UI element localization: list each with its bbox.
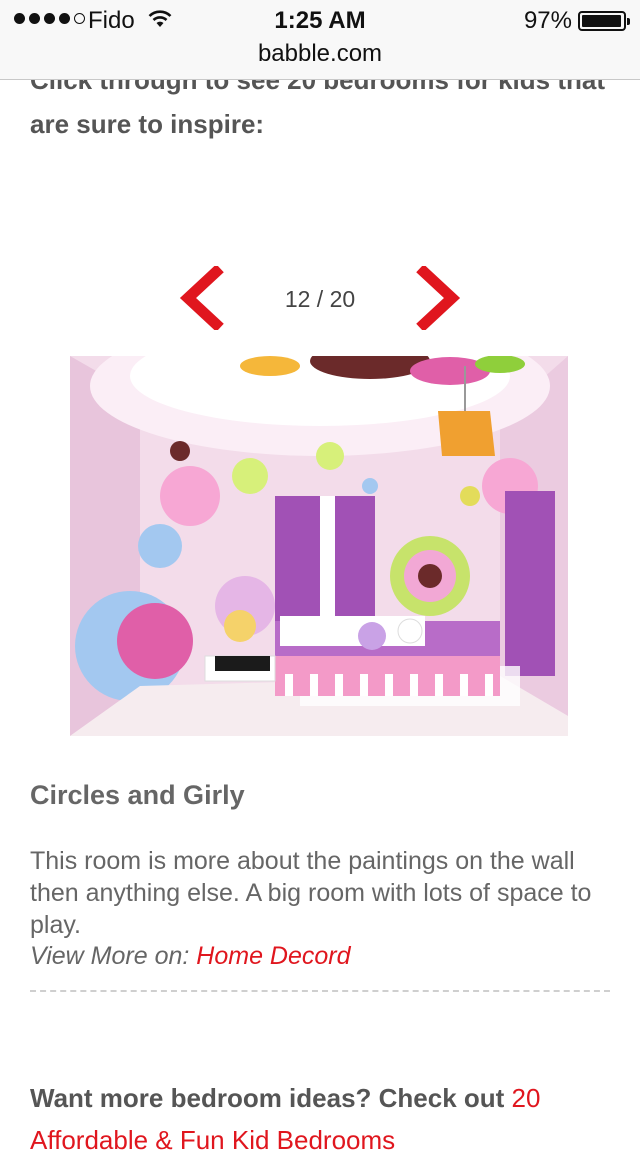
bedroom-photo[interactable] <box>70 356 568 736</box>
more-ideas-text: Want more bedroom ideas? Check out 20 Af… <box>30 1077 620 1161</box>
browser-topbar: Fido 1:25 AM 97% babble.com <box>0 0 640 80</box>
home-decord-link[interactable]: Home Decord <box>196 942 350 970</box>
view-more-label: View More on: <box>30 942 197 970</box>
url-bar[interactable]: babble.com <box>0 40 640 68</box>
battery-percent: 97% <box>523 7 572 34</box>
battery-fill <box>582 15 621 27</box>
chevron-right-icon[interactable] <box>414 266 464 330</box>
slideshow-pager: 12 / 20 <box>0 262 640 332</box>
battery-icon <box>578 11 630 31</box>
slide-description: This room is more about the paintings on… <box>30 847 592 939</box>
dashed-divider <box>30 990 610 992</box>
status-bar: Fido 1:25 AM 97% <box>0 0 640 40</box>
slide-title: Circles and Girly <box>30 780 245 810</box>
more-ideas-prefix: Want more bedroom ideas? Check out <box>30 1083 512 1113</box>
view-more: View More on: Home Decord <box>30 942 351 971</box>
slide-counter: 12 / 20 <box>284 286 356 312</box>
bedroom-illustration <box>70 356 568 736</box>
